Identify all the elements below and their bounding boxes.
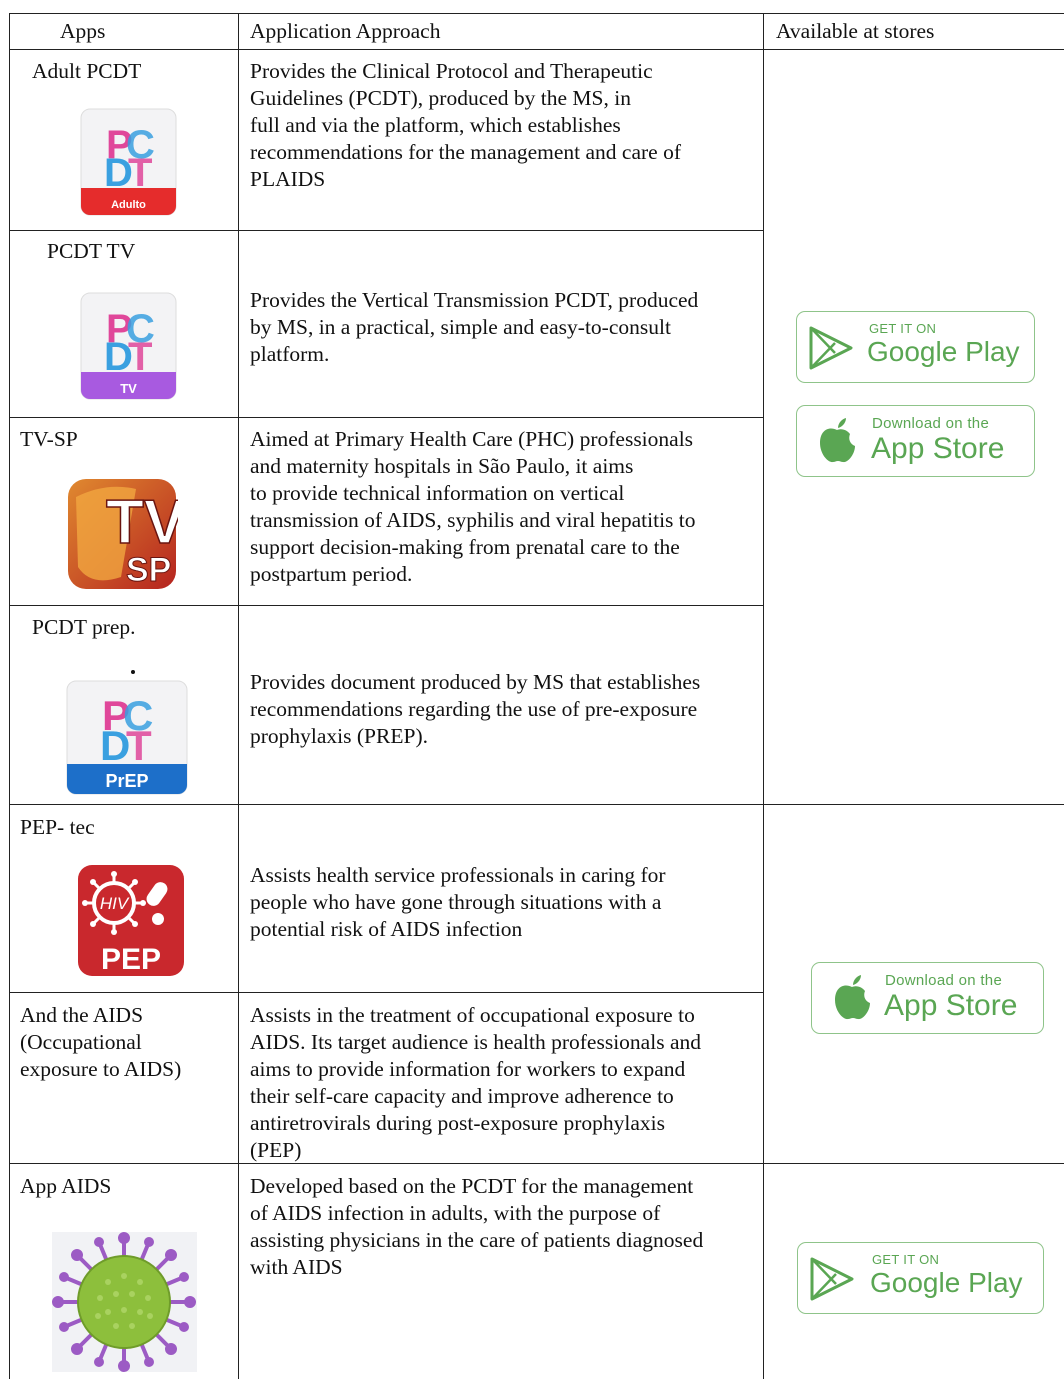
row-divider [9, 804, 1064, 805]
table-border-col1 [238, 13, 239, 1379]
table-border-col2 [763, 13, 764, 1379]
svg-text:PrEP: PrEP [105, 771, 148, 791]
dot-mark [131, 670, 135, 674]
svg-text:Adulto: Adulto [111, 199, 146, 211]
apple-icon [820, 418, 855, 463]
badge-big-text: App Store [871, 432, 1005, 465]
app-store-badge[interactable]: Download on the App Store [796, 405, 1035, 477]
apple-icon [835, 975, 870, 1020]
header-stores: Available at stores [776, 19, 935, 43]
badge-big-text: App Store [884, 989, 1018, 1022]
header-approach: Application Approach [250, 19, 441, 43]
pcdt-adult-app-icon: P C D T Adulto [80, 108, 177, 216]
svg-text:TV: TV [120, 381, 137, 396]
app-name: PCDT TV [47, 239, 136, 263]
pep-tec-app-icon: HIV PEP [78, 865, 184, 976]
row-divider [9, 605, 763, 606]
row-divider [9, 417, 763, 418]
google-play-badge[interactable]: GET IT ON Google Play [796, 311, 1035, 383]
google-play-icon [810, 1257, 854, 1301]
app-description: Assists health service professionals in … [250, 863, 666, 941]
svg-text:PEP: PEP [101, 943, 161, 976]
app-description: Developed based on the PCDT for the mana… [250, 1174, 704, 1279]
google-play-icon [809, 326, 853, 370]
app-store-badge[interactable]: Download on the App Store [811, 962, 1044, 1034]
app-name: TV-SP [20, 427, 78, 451]
svg-text:T: T [128, 151, 152, 195]
row-divider [9, 992, 763, 993]
app-description: Provides document produced by MS that es… [250, 670, 701, 748]
header-apps: Apps [60, 19, 106, 43]
app-description: Provides the Vertical Transmission PCDT,… [250, 288, 699, 366]
badge-small-text: Download on the [872, 415, 990, 432]
app-description: Assists in the treatment of occupational… [250, 1003, 701, 1162]
svg-text:TV: TV [106, 488, 178, 557]
table-border-header [9, 49, 1064, 50]
svg-text:SP: SP [126, 551, 171, 589]
tv-sp-app-icon: TV SP [68, 479, 178, 590]
app-name: Adult PCDT [32, 59, 142, 83]
badge-small-text: GET IT ON [869, 321, 937, 336]
row-divider [9, 230, 763, 231]
table-border-top [9, 13, 1064, 14]
svg-text:T: T [126, 722, 152, 769]
app-description: Aimed at Primary Health Care (PHC) profe… [250, 427, 696, 586]
pcdt-prep-app-icon: P C D T PrEP [66, 680, 188, 795]
svg-text:HIV: HIV [100, 894, 130, 913]
app-description: Provides the Clinical Protocol and Thera… [250, 59, 682, 191]
virus-app-icon [52, 1232, 197, 1372]
pcdt-tv-app-icon: P C D T TV [80, 292, 177, 400]
table-border-left [9, 13, 10, 1379]
google-play-badge[interactable]: GET IT ON Google Play [797, 1242, 1044, 1314]
app-name: PCDT prep. [32, 615, 136, 639]
svg-text:T: T [128, 335, 152, 379]
app-name: PEP- tec [20, 815, 95, 839]
app-name: And the AIDS (Occupational exposure to A… [20, 1003, 182, 1081]
badge-big-text: Google Play [870, 1267, 1023, 1298]
apps-table: Apps Application Approach Available at s… [0, 0, 1064, 1379]
app-name: App AIDS [20, 1174, 112, 1198]
badge-big-text: Google Play [867, 336, 1020, 367]
badge-small-text: Download on the [885, 972, 1003, 989]
badge-small-text: GET IT ON [872, 1252, 940, 1267]
